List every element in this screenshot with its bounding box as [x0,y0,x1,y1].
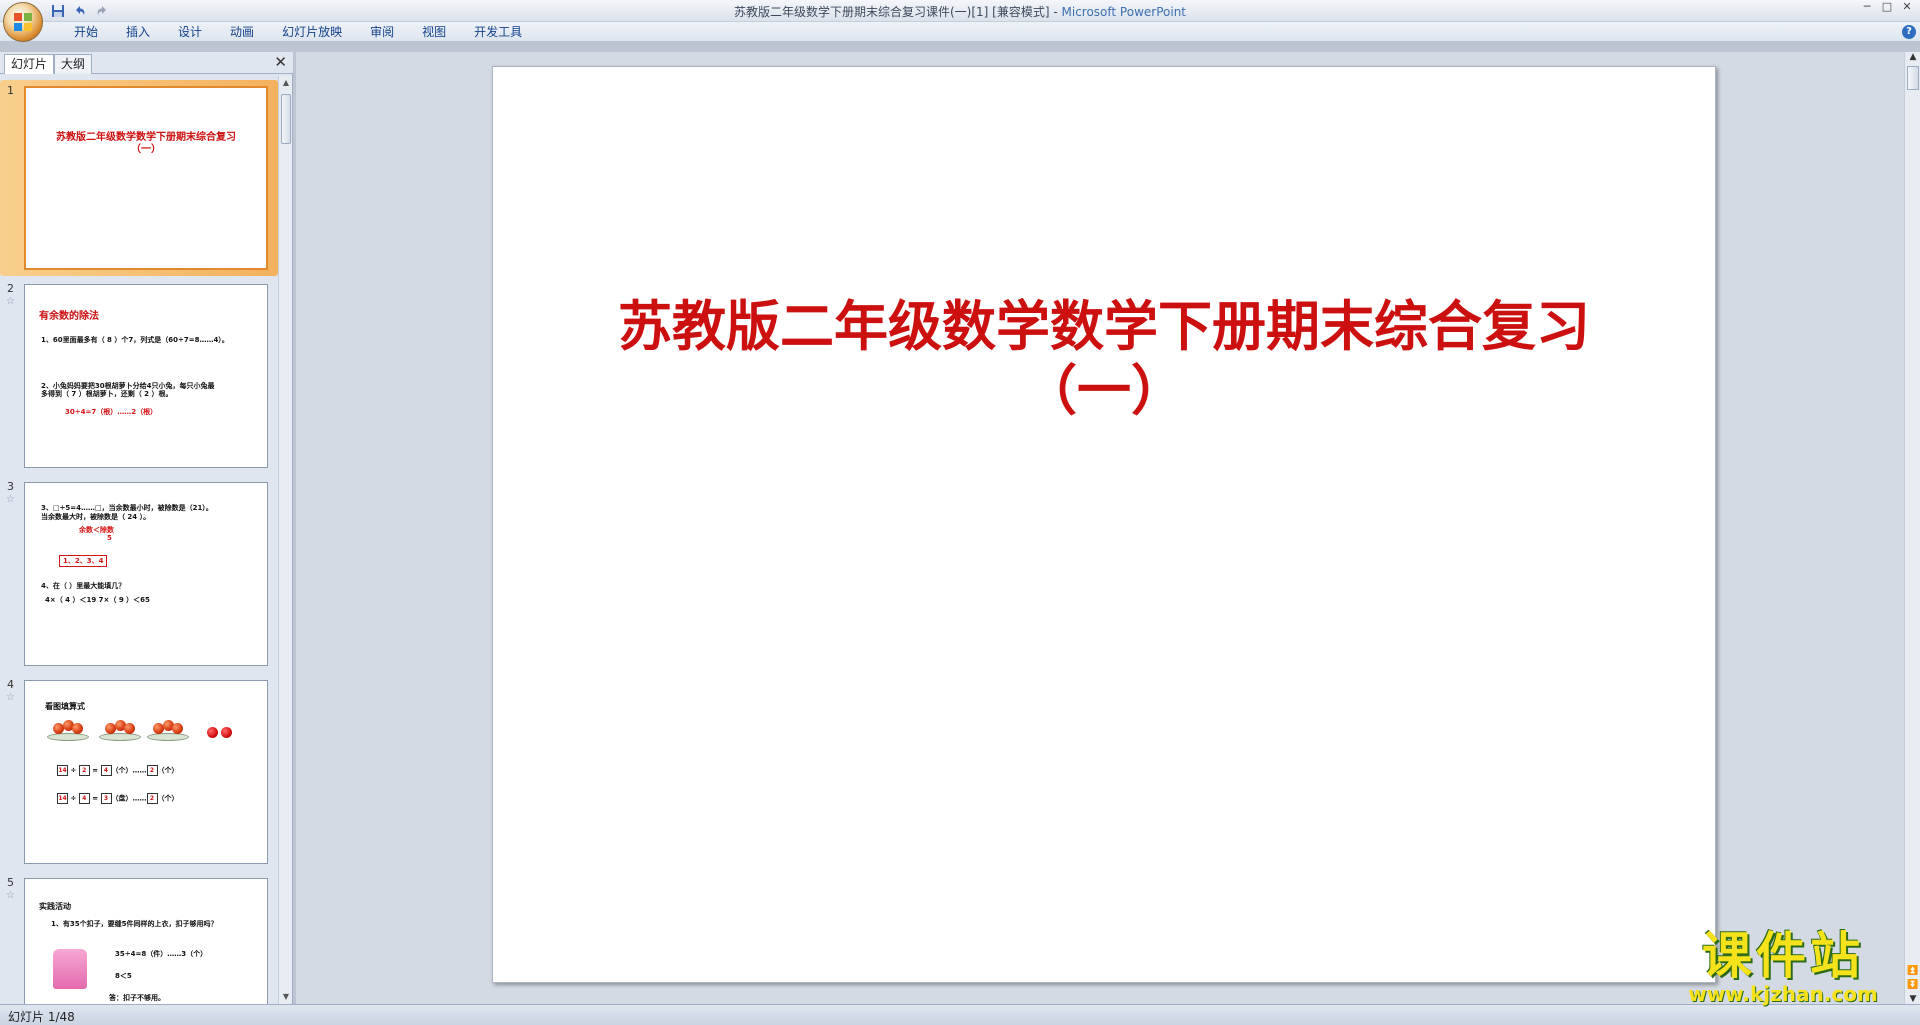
slide-indicator: 幻灯片 1/48 [8,1010,75,1024]
office-button[interactable] [3,2,43,42]
thumbnail-text: 答：扣子不够用。 [109,994,165,1002]
slide-editor: 苏教版二年级数学数学下册期末综合复习 （一） [296,52,1904,1004]
slide-title-line2: （一） [1023,359,1185,422]
app-name: Microsoft PowerPoint [1061,5,1187,19]
apple-image [207,727,218,738]
thumbnail-text: 当余数最大时，被除数是（ 24 ）。 [41,513,151,521]
tab-insert[interactable]: 插入 [112,24,164,40]
slide-title-line1: 苏教版二年级数学数学下册期末综合复习 [618,295,1590,358]
ribbon-tabs: 开始 插入 设计 动画 幻灯片放映 审阅 视图 开发工具 [60,24,536,40]
tab-slides[interactable]: 幻灯片 [4,54,55,74]
scroll-up-icon[interactable]: ▲ [279,76,293,90]
scroll-up-icon[interactable]: ▲ [1905,52,1920,62]
status-bar: 幻灯片 1/48 [0,1004,1920,1025]
thumbnail-text: 4×（ 4 ）＜19 7×（ 9 ）＜65 [45,596,150,604]
pane-tabs: 幻灯片 大纲 ✕ [0,52,293,74]
tab-slideshow[interactable]: 幻灯片放映 [268,24,356,40]
thumbnail-text: 30÷4=7（根）……2（根） [65,408,158,416]
tab-outline[interactable]: 大纲 [54,54,93,74]
animation-star-icon: ☆ [6,296,15,307]
close-pane-icon[interactable]: ✕ [274,54,287,70]
slides-pane: 幻灯片 大纲 ✕ 1 苏教版二年级数学数学下册期末综合复习（一） 2 ☆ 有余数… [0,52,293,1004]
thumbnail-text: 多得到（ 7 ）根胡萝卜，还剩（ 2 ）根。 [41,390,173,398]
apple-plate-image [99,719,141,741]
thumbnail-slide-1[interactable]: 1 苏教版二年级数学数学下册期末综合复习（一） [0,80,278,276]
animation-star-icon: ☆ [6,494,15,505]
ribbon: 开始 插入 设计 动画 幻灯片放映 审阅 视图 开发工具 ? [0,22,1920,42]
maximize-button[interactable]: □ [1878,1,1896,15]
slide-number: 3 [7,480,14,493]
scroll-down-icon[interactable]: ▼ [1905,994,1920,1004]
watermark-text: 课件站 [1702,927,1864,985]
close-button[interactable]: ✕ [1898,1,1916,15]
thumbnail-text: 8＜5 [115,972,132,980]
thumbnail-heading: 有余数的除法 [39,311,99,322]
window-title: 苏教版二年级数学下册期末综合复习课件(一)[1] [兼容模式] - Micros… [0,3,1920,20]
slide-number: 2 [7,282,14,295]
slide-number: 4 [7,678,14,691]
slide-thumbnail[interactable]: 苏教版二年级数学数学下册期末综合复习（一） [24,86,268,270]
equation-row: 14 ÷ 4 = 3 （盘）…… 2 （个） [57,793,179,804]
thumbnail-text: 4、在（ ）里最大能填几？ [41,582,126,590]
apple-plate-image [147,719,189,741]
shirt-image [53,949,87,989]
slide-thumbnail[interactable]: 3、□÷5=4……□，当余数最小时，被除数是（21）。 当余数最大时，被除数是（… [24,482,268,666]
tab-home[interactable]: 开始 [60,24,112,40]
help-icon[interactable]: ? [1902,25,1916,39]
minimize-button[interactable]: ─ [1858,1,1876,15]
scroll-down-icon[interactable]: ▼ [279,990,293,1004]
thumbnail-heading: 看图填算式 [45,702,85,711]
thumbnail-text: 1、60里面最多有（ 8 ）个7，列式是（60÷7=8……4）。 [41,336,229,344]
next-slide-icon[interactable]: ⏬ [1905,980,1920,990]
title-bar: 苏教版二年级数学下册期末综合复习课件(一)[1] [兼容模式] - Micros… [0,0,1920,42]
tab-view[interactable]: 视图 [408,24,460,40]
animation-star-icon: ☆ [6,692,15,703]
slide-thumbnail[interactable]: 看图填算式 14 ÷ 2 = 4 （个）…… 2 （个） 14 ÷ 4 = 3 （盘）…… [24,680,268,864]
equation-row: 14 ÷ 2 = 4 （个）…… 2 （个） [57,765,179,776]
apple-image [221,727,232,738]
thumbnail-note: 5 [107,534,112,542]
thumbnail-title: 苏教版二年级数学数学下册期末综合复习（一） [56,132,236,155]
slide-thumbnail[interactable]: 实践活动 1、有35个扣子，要缝5件同样的上衣，扣子够用吗？ 35÷4=8（件）… [24,878,268,1004]
document-title: 苏教版二年级数学下册期末综合复习课件(一)[1] [兼容模式] - [733,5,1062,19]
thumbnail-list: 1 苏教版二年级数学数学下册期末综合复习（一） 2 ☆ 有余数的除法 1、60里… [0,76,278,1004]
thumbnail-slide-4[interactable]: 4 ☆ 看图填算式 14 ÷ 2 = 4 （个）…… 2 （个） 14 ÷ 4 … [0,674,278,870]
scrollbar-thumb[interactable] [281,94,291,144]
editor-scrollbar[interactable]: ▲ ⏫ ⏬ ▼ [1904,52,1920,1004]
thumbnail-text: 1、有35个扣子，要缝5件同样的上衣，扣子够用吗？ [51,920,218,928]
tab-design[interactable]: 设计 [164,24,216,40]
apple-plate-image [47,719,89,741]
tab-review[interactable]: 审阅 [356,24,408,40]
tab-developer[interactable]: 开发工具 [460,24,536,40]
thumbnail-heading: 实践活动 [39,902,71,911]
thumbnail-scrollbar[interactable]: ▲ ▼ [278,76,292,1004]
thumbnail-slide-3[interactable]: 3 ☆ 3、□÷5=4……□，当余数最小时，被除数是（21）。 当余数最大时，被… [0,476,278,672]
current-slide[interactable]: 苏教版二年级数学数学下册期末综合复习 （一） [492,66,1716,983]
thumbnail-slide-2[interactable]: 2 ☆ 有余数的除法 1、60里面最多有（ 8 ）个7，列式是（60÷7=8……… [0,278,278,474]
office-logo-icon [14,13,32,31]
tab-animations[interactable]: 动画 [216,24,268,40]
slide-thumbnail[interactable]: 有余数的除法 1、60里面最多有（ 8 ）个7，列式是（60÷7=8……4）。 … [24,284,268,468]
thumbnail-box: 1、2、3、4 [59,555,108,567]
previous-slide-icon[interactable]: ⏫ [1905,966,1920,976]
slide-number: 5 [7,876,14,889]
scrollbar-thumb[interactable] [1907,66,1919,90]
thumbnail-slide-5[interactable]: 5 ☆ 实践活动 1、有35个扣子，要缝5件同样的上衣，扣子够用吗？ 35÷4=… [0,872,278,1004]
slide-title[interactable]: 苏教版二年级数学数学下册期末综合复习 （一） [493,295,1715,423]
watermark-url: www.kjzhan.com [1688,982,1878,1006]
animation-star-icon: ☆ [6,890,15,901]
slide-number: 1 [7,84,14,97]
window-controls: ─ □ ✕ [1858,1,1916,15]
thumbnail-text: 35÷4=8（件）……3（个） [115,950,208,958]
watermark-logo: 课件站 www.kjzhan.com [1668,929,1898,1007]
